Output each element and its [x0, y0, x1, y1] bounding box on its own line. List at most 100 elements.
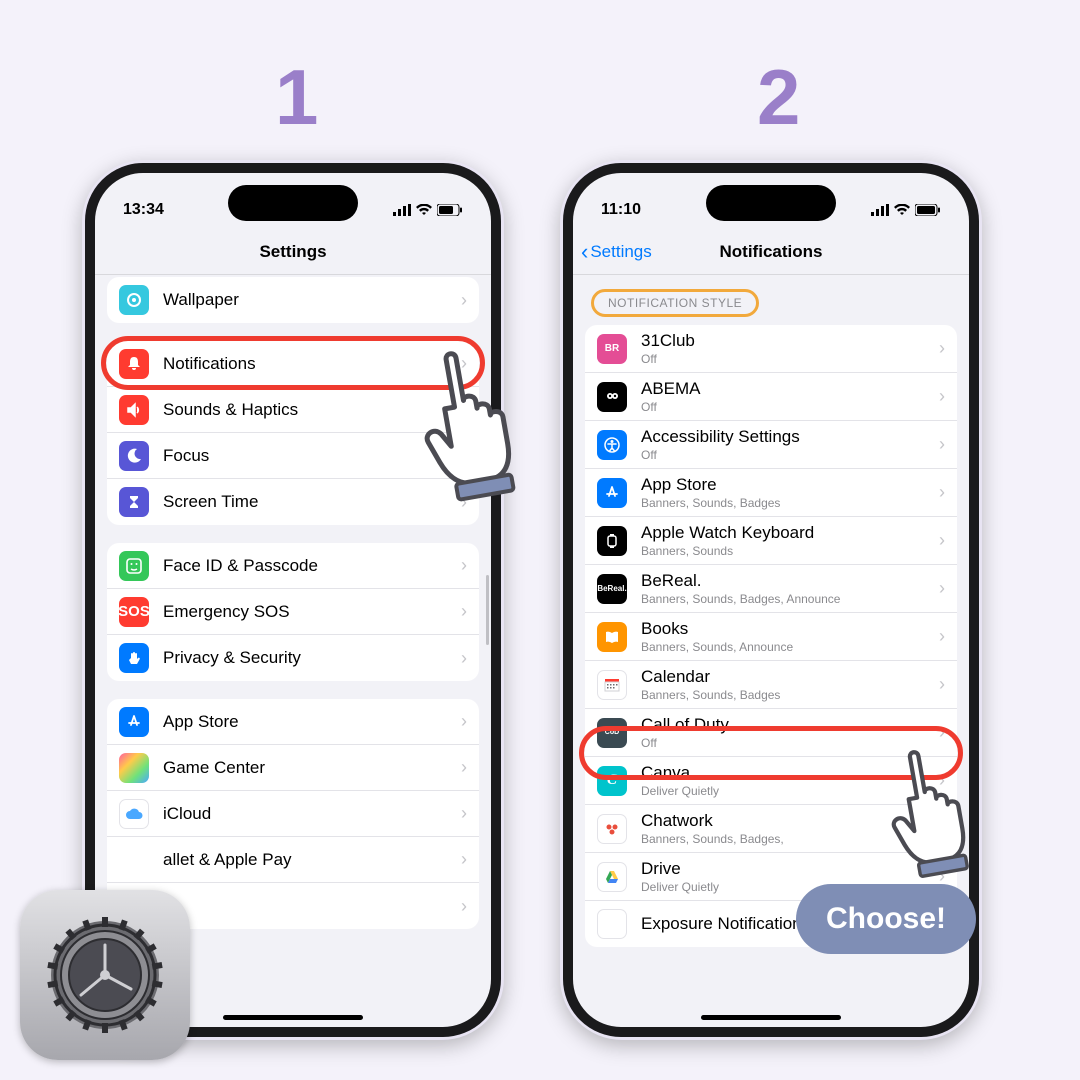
app-icon: BR: [597, 334, 627, 364]
chevron-right-icon: ›: [461, 711, 467, 732]
row-app-store[interactable]: App Store ›: [107, 699, 479, 745]
app-row-accessibility[interactable]: Accessibility SettingsOff ›: [585, 421, 957, 469]
pointer-hand-icon: [405, 332, 567, 518]
faceid-icon: [119, 551, 149, 581]
chevron-right-icon: ›: [461, 849, 467, 870]
bell-icon: [119, 349, 149, 379]
app-icon: BeReal.: [597, 574, 627, 604]
section-header-notification-style: NOTIFICATION STYLE: [591, 289, 759, 317]
app-sub: Banners, Sounds, Badges, Announce: [641, 592, 939, 606]
row-wallet-apple-pay[interactable]: allet & Apple Pay ›: [107, 837, 479, 883]
step-number-2: 2: [757, 52, 800, 143]
app-sub: Off: [641, 352, 939, 366]
app-title: ABEMA: [641, 379, 939, 399]
sos-icon: SOS: [119, 597, 149, 627]
chevron-right-icon: ›: [461, 601, 467, 622]
row-label: allet & Apple Pay: [163, 850, 461, 870]
app-row-calendar[interactable]: CalendarBanners, Sounds, Badges ›: [585, 661, 957, 709]
row-label: Face ID & Passcode: [163, 556, 461, 576]
app-title: App Store: [641, 475, 939, 495]
row-screen-time[interactable]: Screen Time ›: [107, 479, 479, 525]
app-title: BeReal.: [641, 571, 939, 591]
app-row-appstore[interactable]: App StoreBanners, Sounds, Badges ›: [585, 469, 957, 517]
moon-icon: [119, 441, 149, 471]
status-time: 13:34: [123, 201, 164, 219]
app-sub: Banners, Sounds, Announce: [641, 640, 939, 654]
row-label: ps: [163, 896, 461, 916]
chevron-right-icon: ›: [939, 530, 945, 551]
row-game-center[interactable]: Game Center ›: [107, 745, 479, 791]
row-label: Screen Time: [163, 492, 461, 512]
chevron-right-icon: ›: [939, 578, 945, 599]
back-button[interactable]: ‹ Settings: [581, 229, 652, 274]
settings-app-icon: [20, 890, 190, 1060]
app-icon: [597, 430, 627, 460]
hand-icon: [119, 643, 149, 673]
chevron-right-icon: ›: [939, 434, 945, 455]
wifi-icon: [893, 204, 911, 216]
chevron-right-icon: ›: [461, 555, 467, 576]
app-row-watch-keyboard[interactable]: Apple Watch KeyboardBanners, Sounds ›: [585, 517, 957, 565]
status-indicators: [393, 204, 463, 216]
chevron-right-icon: ›: [939, 338, 945, 359]
home-indicator: [223, 1015, 363, 1020]
scrollbar[interactable]: [486, 575, 489, 645]
app-row-31club[interactable]: BR 31ClubOff ›: [585, 325, 957, 373]
row-wallpaper[interactable]: Wallpaper ›: [107, 277, 479, 323]
row-privacy-security[interactable]: Privacy & Security ›: [107, 635, 479, 681]
app-icon: [597, 382, 627, 412]
speaker-icon: [119, 395, 149, 425]
chevron-right-icon: ›: [939, 626, 945, 647]
chevron-right-icon: ›: [939, 674, 945, 695]
chevron-right-icon: ›: [461, 896, 467, 917]
app-icon: [597, 526, 627, 556]
chevron-right-icon: ›: [461, 648, 467, 669]
icloud-icon: [119, 799, 149, 829]
chevron-right-icon: ›: [939, 386, 945, 407]
battery-icon: [437, 204, 463, 216]
page-title: Settings: [259, 242, 326, 262]
app-icon: CoD: [597, 718, 627, 748]
chevron-right-icon: ›: [461, 290, 467, 311]
app-title: Calendar: [641, 667, 939, 687]
app-sub: Banners, Sounds, Badges: [641, 688, 939, 702]
home-indicator: [701, 1015, 841, 1020]
app-icon: [597, 478, 627, 508]
app-title: Accessibility Settings: [641, 427, 939, 447]
app-title: Books: [641, 619, 939, 639]
dynamic-island: [228, 185, 358, 221]
choose-callout: Choose!: [796, 884, 976, 954]
appstore-icon: [119, 707, 149, 737]
row-faceid[interactable]: Face ID & Passcode ›: [107, 543, 479, 589]
row-emergency-sos[interactable]: SOS Emergency SOS ›: [107, 589, 479, 635]
dynamic-island: [706, 185, 836, 221]
row-icloud[interactable]: iCloud ›: [107, 791, 479, 837]
navbar: ‹ Settings Notifications: [573, 229, 969, 275]
app-icon: [597, 670, 627, 700]
app-row-abema[interactable]: ABEMAOff ›: [585, 373, 957, 421]
battery-icon: [915, 204, 941, 216]
row-label: Game Center: [163, 758, 461, 778]
app-title: Call of Duty: [641, 715, 939, 735]
app-sub: Off: [641, 448, 939, 462]
status-time: 11:10: [601, 201, 641, 219]
back-label: Settings: [590, 242, 651, 262]
row-label: Wallpaper: [163, 290, 461, 310]
row-label: iCloud: [163, 804, 461, 824]
app-row-books[interactable]: BooksBanners, Sounds, Announce ›: [585, 613, 957, 661]
app-icon: [597, 862, 627, 892]
status-indicators: [871, 204, 941, 216]
row-label: Emergency SOS: [163, 602, 461, 622]
chevron-right-icon: ›: [939, 482, 945, 503]
row-label: Focus: [163, 446, 461, 466]
step-number-1: 1: [275, 52, 318, 143]
chevron-right-icon: ›: [461, 803, 467, 824]
app-row-bereal[interactable]: BeReal. BeReal.Banners, Sounds, Badges, …: [585, 565, 957, 613]
cellular-icon: [393, 204, 411, 216]
hourglass-icon: [119, 487, 149, 517]
navbar: Settings: [95, 229, 491, 275]
app-icon: [597, 622, 627, 652]
cellular-icon: [871, 204, 889, 216]
app-sub: Banners, Sounds, Badges: [641, 496, 939, 510]
app-icon: [597, 814, 627, 844]
